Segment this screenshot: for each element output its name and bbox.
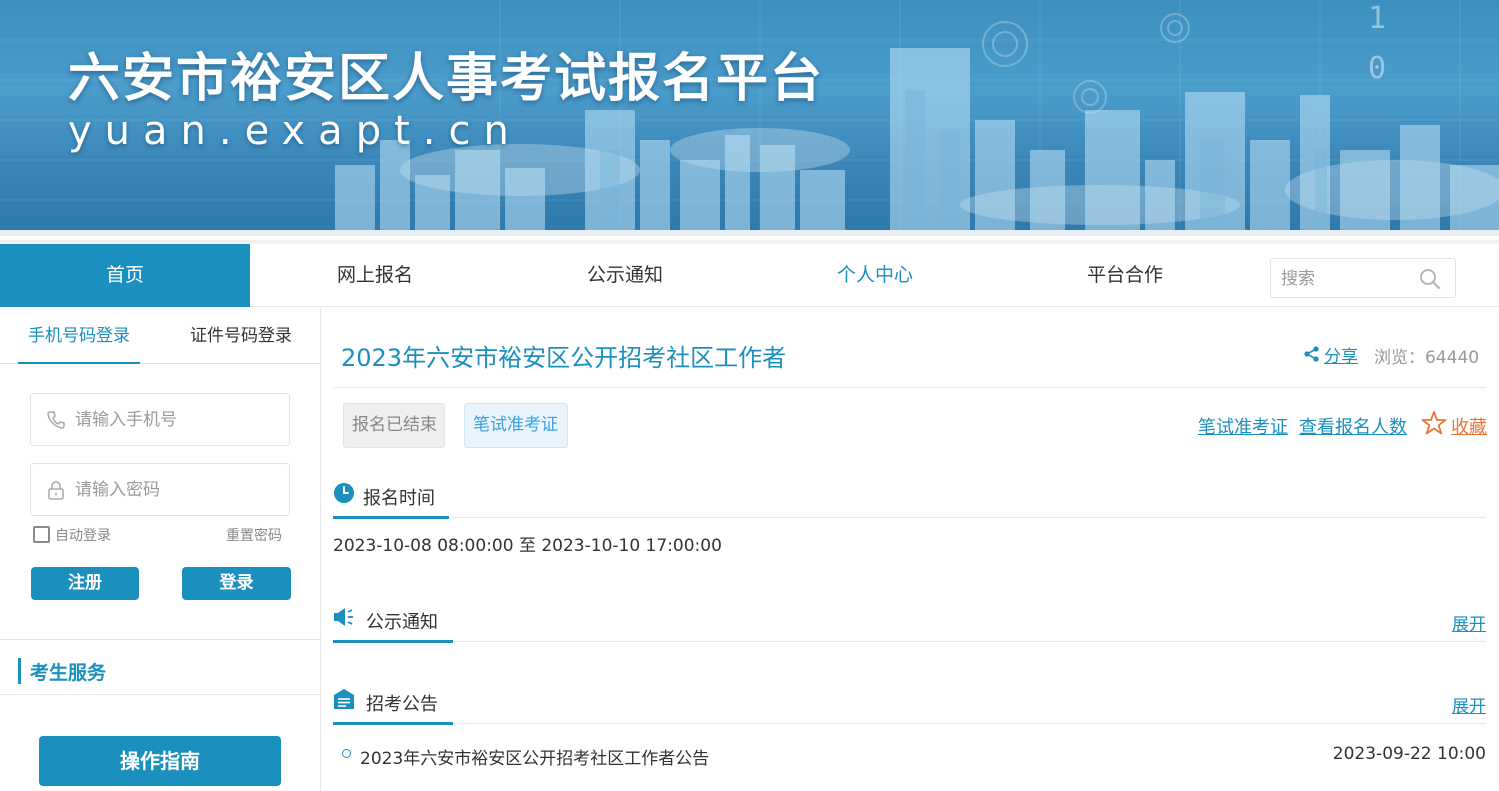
status-badge: 报名已结束 [343,403,445,448]
lock-icon [48,481,64,500]
register-button[interactable]: 注册 [31,567,139,600]
notice-title: 公示通知 [366,612,438,633]
registration-time-title: 报名时间 [363,488,435,509]
admission-ticket-tag[interactable]: 笔试准考证 [464,403,568,448]
reset-password-link[interactable]: 重置密码 [226,525,282,545]
tab-phone-login[interactable]: 手机号码登录 [18,308,140,364]
view-count-value: 64440 [1425,348,1480,368]
announcement-section: 招考公告 展开 [333,680,1486,725]
notice-section: 公示通知 展开 [333,598,1486,643]
section-underline [333,722,453,725]
announcement-item-date: 2023-09-22 10:00 [1332,744,1486,764]
checkbox-box[interactable] [33,526,50,543]
nav-item-personal-center[interactable]: 个人中心 [750,244,1000,307]
registration-time-section: 报名时间 [333,474,1486,519]
view-count: 浏览：64440 [1374,343,1479,368]
main-navigation: 首页 网上报名 公示通知 个人中心 平台合作 [0,240,1499,307]
nav-item-home[interactable]: 首页 [0,244,250,307]
clock-icon [334,483,354,503]
document-icon [334,689,354,709]
exam-title: 2023年六安市裕安区公开招考社区工作者 [341,344,787,372]
operation-guide-button[interactable]: 操作指南 [39,736,281,786]
announcement-list-item[interactable]: 2023年六安市裕安区公开招考社区工作者公告 2023-09-22 10:00 [333,744,1486,770]
view-count-label: 浏览： [1374,348,1425,368]
site-title: 六安市裕安区人事考试报名平台 [68,49,825,109]
admission-ticket-link[interactable]: 笔试准考证 [1198,413,1288,439]
phone-field [30,393,290,446]
login-tabs: 手机号码登录 证件号码登录 [0,308,320,364]
section-underline [333,640,453,643]
search-input[interactable] [1281,267,1411,291]
password-field [30,463,290,516]
exam-detail: 2023年六安市裕安区公开招考社区工作者 分享 浏览：64440 报名已结束 笔… [321,308,1499,791]
site-domain: yuan.exapt.cn [68,108,522,154]
search-box [1270,258,1456,298]
announcement-item-title[interactable]: 2023年六安市裕安区公开招考社区工作者公告 [360,744,709,769]
nav-item-online-registration[interactable]: 网上报名 [250,244,500,307]
title-divider [333,387,1486,388]
candidate-services-title: 考生服务 [30,662,107,684]
search-icon[interactable] [1419,268,1441,290]
view-applicants-link[interactable]: 查看报名人数 [1299,413,1407,439]
star-icon[interactable] [1421,410,1447,436]
share-label: 分享 [1324,347,1358,367]
share-icon[interactable] [1303,345,1321,363]
announcement-expand-link[interactable]: 展开 [1452,692,1486,717]
notice-expand-link[interactable]: 展开 [1452,610,1486,635]
svg-text:0: 0 [1368,51,1386,86]
login-button[interactable]: 登录 [182,567,291,600]
nav-item-notices[interactable]: 公示通知 [500,244,750,307]
auto-login-label: 自动登录 [55,528,111,544]
svg-text:1: 1 [1368,1,1386,36]
candidate-services-header: 考生服务 [0,639,320,695]
bullet-icon [342,749,351,758]
password-input[interactable] [75,477,275,503]
registration-period: 2023-10-08 08:00:00 至 2023-10-10 17:00:0… [333,536,722,556]
megaphone-icon [334,608,353,626]
tab-id-login[interactable]: 证件号码登录 [180,308,302,364]
phone-input[interactable] [75,407,275,433]
announcement-title: 招考公告 [366,694,438,715]
header-banner: 1 0 六安市裕安区人事考试报名平台 yuan.exapt.cn [0,0,1499,236]
phone-icon [47,411,65,429]
section-underline [333,516,449,519]
section-accent-bar [18,658,21,684]
favorite-label: 收藏 [1451,417,1487,438]
login-sidebar: 手机号码登录 证件号码登录 自动登录 重置密码 注册 登录 考生服务 操作指南 [0,308,321,791]
nav-item-cooperation[interactable]: 平台合作 [1000,244,1250,307]
